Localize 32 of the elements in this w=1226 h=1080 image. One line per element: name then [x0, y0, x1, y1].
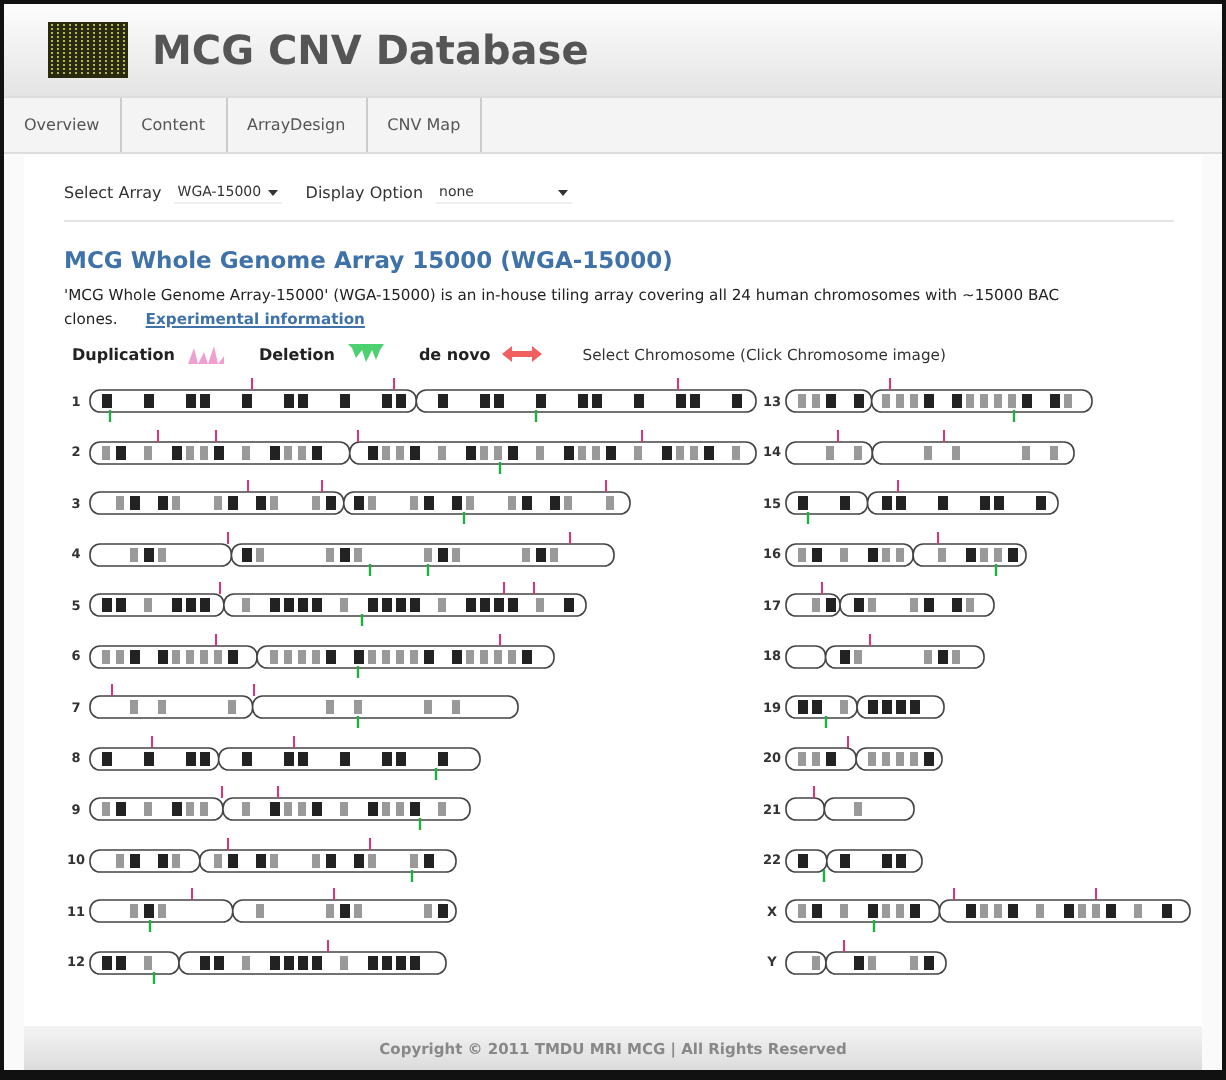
duplication-peaks-icon	[186, 344, 227, 364]
caret-icon	[557, 189, 568, 195]
chromosome-ideogram[interactable]	[784, 378, 1094, 425]
caret-icon	[267, 189, 278, 195]
chromosome-ideogram[interactable]	[88, 378, 758, 425]
chromosome-ideogram[interactable]	[88, 939, 448, 986]
chromosome-ideogram[interactable]	[784, 888, 1192, 935]
chromosome-ideogram[interactable]	[88, 888, 458, 935]
nav-tab[interactable]: ArrayDesign	[227, 98, 368, 152]
chromosome-ideogram[interactable]	[784, 531, 1028, 578]
display-option-label: Display Option	[305, 184, 424, 202]
array-title: MCG Whole Genome Array 15000 (WGA-15000)	[64, 246, 675, 274]
chromosome-ideogram[interactable]	[88, 633, 556, 680]
site-title: MCG CNV Database	[152, 26, 589, 74]
double-arrow-icon	[502, 344, 543, 364]
chromosome-ideogram[interactable]	[88, 531, 616, 578]
nav-tab[interactable]: Content	[121, 98, 227, 152]
chromosome-ideogram[interactable]	[88, 582, 588, 629]
chromosome-ideogram[interactable]	[88, 735, 482, 782]
nav-tab[interactable]: CNV Map	[367, 98, 483, 152]
deletion-spikes-icon	[346, 344, 387, 364]
nav-tab[interactable]: Overview	[4, 98, 122, 152]
chromosome-ideogram[interactable]	[88, 429, 758, 476]
chromosome-ideogram[interactable]	[88, 786, 472, 833]
legend-label: Duplication	[72, 345, 175, 363]
select-array-label: Select Array	[64, 184, 162, 202]
chromosome-ideogram[interactable]	[88, 480, 632, 527]
chromosome-ideogram[interactable]	[784, 480, 1060, 527]
microarray-logo	[48, 22, 128, 78]
legend-label: de novo	[418, 345, 491, 363]
legend-label: Deletion	[258, 345, 335, 363]
chromosome-ideogram[interactable]	[88, 837, 458, 884]
